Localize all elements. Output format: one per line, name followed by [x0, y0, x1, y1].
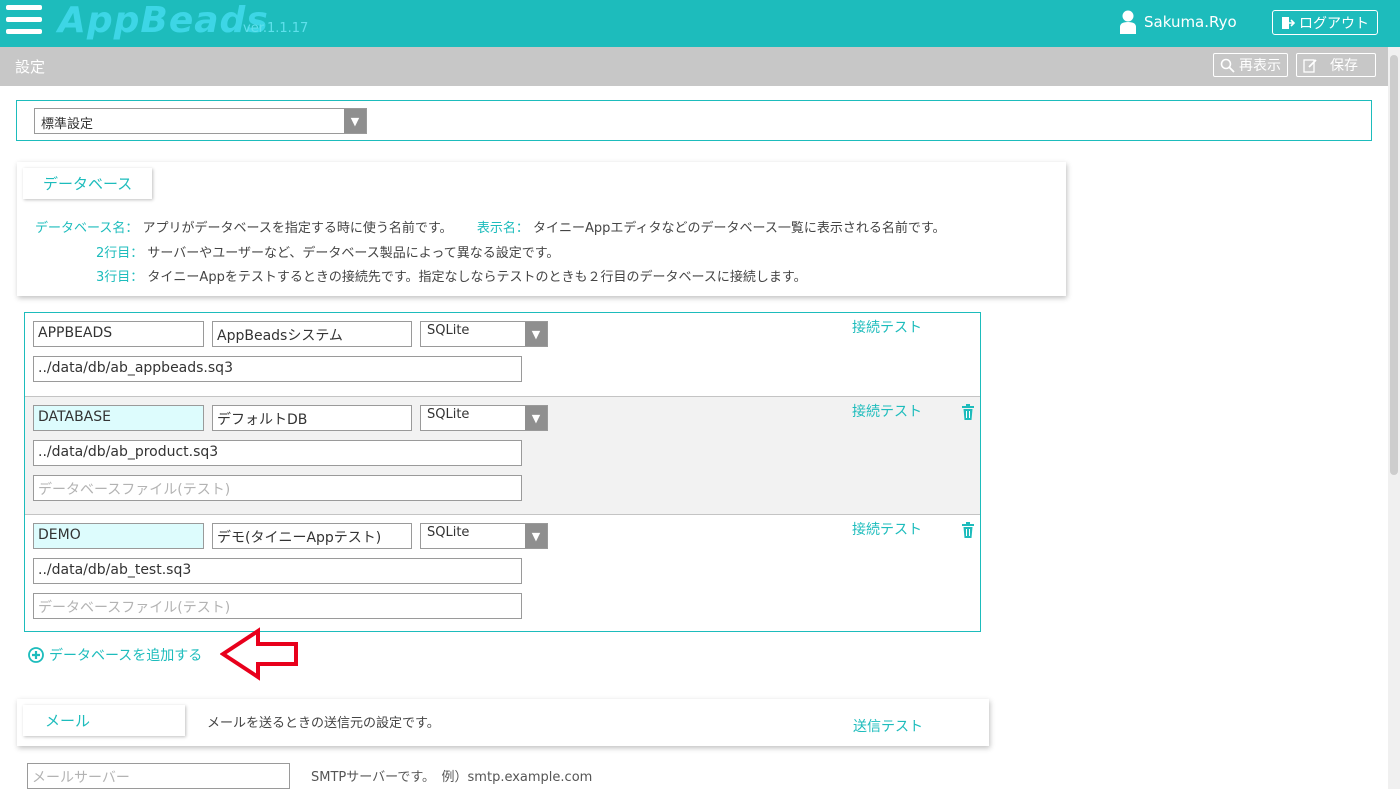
chevron-down-icon: ▼ — [344, 109, 366, 133]
app-header: AppBeads ver.1.1.17 Sakuma.Ryo ログアウト — [0, 0, 1400, 47]
save-button[interactable]: 保存 — [1296, 53, 1376, 77]
database-item: DEMO デモ(タイニーAppテスト) SQLite ▼ ../data/db/… — [25, 514, 980, 631]
help-name-key: データベース名： — [35, 221, 139, 236]
refresh-button[interactable]: 再表示 — [1213, 53, 1288, 77]
app-logo: AppBeads — [58, 0, 269, 41]
smtp-help-text: SMTPサーバーです。 例）smtp.example.com — [311, 770, 593, 785]
database-test-file-field[interactable]: データベースファイル(テスト) — [33, 475, 522, 501]
chevron-down-icon: ▼ — [525, 406, 547, 430]
mail-panel: メール 送信テスト — [17, 699, 989, 746]
mail-section-tab: メール — [23, 705, 185, 736]
logout-button[interactable]: ログアウト — [1272, 10, 1378, 35]
database-type-select[interactable]: SQLite ▼ — [420, 321, 548, 347]
mail-description: メールを送るときの送信元の設定です。 — [207, 716, 440, 731]
database-display-field[interactable]: AppBeadsシステム — [212, 321, 412, 347]
search-icon — [1220, 58, 1235, 73]
logout-label: ログアウト — [1299, 15, 1369, 32]
user-icon — [1120, 10, 1136, 34]
help-row-3: 3行目： タイニーAppをテストするときの接続先です。指定なしならテストのときも… — [96, 266, 807, 285]
edit-icon — [1303, 58, 1317, 73]
scrollbar-thumb[interactable] — [1390, 55, 1398, 475]
logout-icon — [1282, 16, 1295, 29]
database-path-field[interactable]: ../data/db/ab_appbeads.sq3 — [33, 356, 522, 382]
help-display-key: 表示名： — [476, 221, 529, 236]
database-path-field[interactable]: ../data/db/ab_test.sq3 — [33, 558, 522, 584]
database-type-value: SQLite — [427, 323, 470, 338]
trash-icon[interactable] — [961, 404, 975, 420]
chevron-down-icon: ▼ — [525, 524, 547, 548]
help-row-name: データベース名： アプリがデータベースを指定する時に使う名前です。 表示名： タ… — [35, 217, 946, 236]
user-info: Sakuma.Ryo — [1120, 9, 1237, 35]
preset-container: 標準設定 ▼ — [16, 100, 1372, 141]
chevron-down-icon: ▼ — [525, 322, 547, 346]
trash-icon[interactable] — [961, 522, 975, 538]
help-display-desc: タイニーAppエディタなどのデータベース一覧に表示される名前です。 — [533, 221, 946, 236]
database-item: DATABASE デフォルトDB SQLite ▼ ../data/db/ab_… — [25, 396, 980, 514]
page-toolbar: 設定 再表示 保存 — [0, 47, 1388, 86]
add-database-label: データベースを追加する — [49, 648, 203, 664]
database-list: APPBEADS AppBeadsシステム SQLite ▼ ../data/d… — [24, 312, 981, 632]
database-type-value: SQLite — [427, 525, 470, 540]
database-item: APPBEADS AppBeadsシステム SQLite ▼ ../data/d… — [25, 313, 980, 396]
help-row2-key: 2行目： — [96, 246, 144, 261]
preset-selected: 標準設定 — [41, 117, 94, 132]
page-scrollbar[interactable] — [1388, 47, 1400, 789]
help-row3-key: 3行目： — [96, 270, 144, 285]
send-test-button[interactable]: 送信テスト — [853, 716, 923, 736]
save-label: 保存 — [1330, 58, 1358, 74]
mail-server-field[interactable]: メールサーバー — [27, 763, 290, 789]
database-name-field[interactable]: DEMO — [33, 523, 204, 549]
help-row3-desc: タイニーAppをテストするときの接続先です。指定なしならテストのときも２行目のデ… — [147, 270, 807, 285]
connect-test-button[interactable]: 接続テスト — [852, 401, 922, 421]
database-type-value: SQLite — [427, 407, 470, 422]
menu-icon[interactable] — [6, 2, 44, 40]
database-name-field[interactable]: DATABASE — [33, 405, 204, 431]
help-row-2: 2行目： サーバーやユーザーなど、データベース製品によって異なる設定です。 — [96, 242, 559, 261]
preset-select[interactable]: 標準設定 ▼ — [34, 108, 367, 134]
help-row2-desc: サーバーやユーザーなど、データベース製品によって異なる設定です。 — [147, 246, 560, 261]
database-section-tab: データベース — [23, 168, 153, 199]
database-help-panel: データベース データベース名： アプリがデータベースを指定する時に使う名前です。… — [17, 162, 1066, 296]
database-type-select[interactable]: SQLite ▼ — [420, 523, 548, 549]
database-type-select[interactable]: SQLite ▼ — [420, 405, 548, 431]
database-display-field[interactable]: デモ(タイニーAppテスト) — [212, 523, 412, 549]
refresh-label: 再表示 — [1239, 58, 1281, 74]
add-database-button[interactable]: データベースを追加する — [28, 645, 202, 665]
page-title: 設定 — [15, 58, 46, 76]
user-name: Sakuma.Ryo — [1144, 13, 1237, 31]
plus-circle-icon — [28, 647, 44, 663]
database-display-field[interactable]: デフォルトDB — [212, 405, 412, 431]
database-path-field[interactable]: ../data/db/ab_product.sq3 — [33, 440, 522, 466]
database-test-file-field[interactable]: データベースファイル(テスト) — [33, 593, 522, 619]
connect-test-button[interactable]: 接続テスト — [852, 317, 922, 337]
annotation-arrow-icon — [220, 627, 298, 681]
database-name-field[interactable]: APPBEADS — [33, 321, 204, 347]
help-name-desc: アプリがデータベースを指定する時に使う名前です。 — [142, 221, 453, 236]
connect-test-button[interactable]: 接続テスト — [852, 519, 922, 539]
app-version: ver.1.1.17 — [243, 21, 309, 36]
